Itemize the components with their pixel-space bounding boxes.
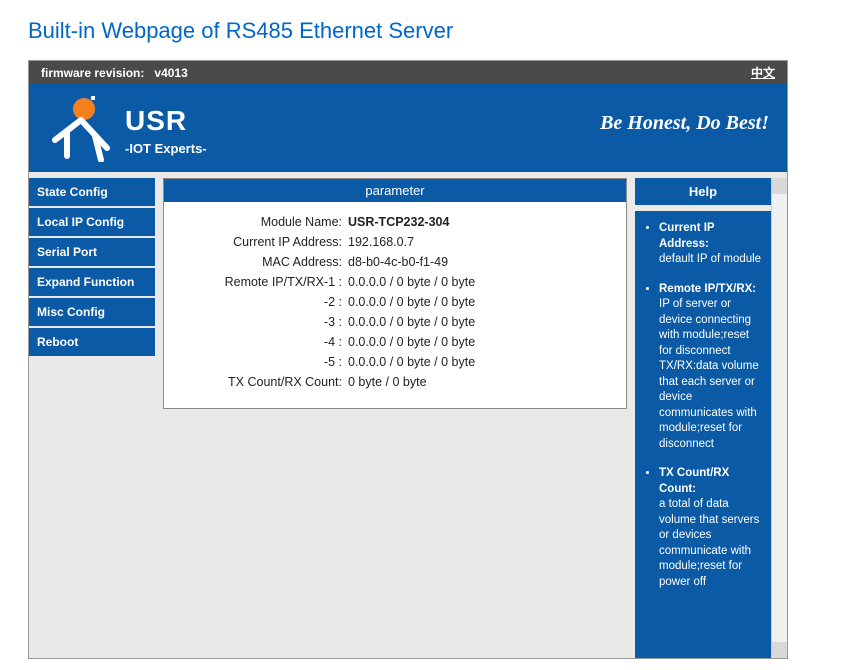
row-remote-2: -2 : 0.0.0.0 / 0 byte / 0 byte	[178, 292, 612, 312]
label-remote-2: -2 :	[178, 295, 348, 309]
firmware-value: v4013	[154, 66, 187, 80]
row-module-name: Module Name: USR-TCP232-304	[178, 212, 612, 232]
value-module-name: USR-TCP232-304	[348, 215, 612, 229]
sidebar-item-serial-port[interactable]: Serial Port	[29, 238, 155, 266]
banner: USR -IOT Experts- Be Honest, Do Best!	[29, 84, 787, 172]
row-remote-4: -4 : 0.0.0.0 / 0 byte / 0 byte	[178, 332, 612, 352]
help-title-0: Current IP Address:	[659, 222, 714, 250]
page-title: Built-in Webpage of RS485 Ethernet Serve…	[0, 0, 841, 60]
row-remote-1: Remote IP/TX/RX-1 : 0.0.0.0 / 0 byte / 0…	[178, 272, 612, 292]
label-mac-address: MAC Address:	[178, 255, 348, 269]
row-tx-rx-count: TX Count/RX Count: 0 byte / 0 byte	[178, 372, 612, 392]
main-panel: parameter Module Name: USR-TCP232-304 Cu…	[155, 178, 635, 658]
row-remote-5: -5 : 0.0.0.0 / 0 byte / 0 byte	[178, 352, 612, 372]
label-tx-rx-count: TX Count/RX Count:	[178, 375, 348, 389]
help-title-1: Remote IP/TX/RX:	[659, 283, 756, 295]
value-tx-rx-count: 0 byte / 0 byte	[348, 375, 612, 389]
help-item-tx-rx-count: TX Count/RX Count: a total of data volum…	[659, 466, 763, 590]
value-remote-3: 0.0.0.0 / 0 byte / 0 byte	[348, 315, 612, 329]
sidebar-item-misc-config[interactable]: Misc Config	[29, 298, 155, 326]
help-body: Current IP Address: default IP of module…	[635, 211, 771, 614]
help-body-2: a total of data volume that servers or d…	[659, 498, 759, 588]
help-title-2: TX Count/RX Count:	[659, 467, 729, 495]
help-item-current-ip: Current IP Address: default IP of module	[659, 221, 763, 268]
layout: State Config Local IP Config Serial Port…	[29, 172, 787, 658]
parameter-heading: parameter	[164, 179, 626, 202]
row-remote-3: -3 : 0.0.0.0 / 0 byte / 0 byte	[178, 312, 612, 332]
scrollbar[interactable]	[771, 178, 787, 658]
value-mac-address: d8-b0-4c-b0-f1-49	[348, 255, 612, 269]
parameter-body: Module Name: USR-TCP232-304 Current IP A…	[164, 202, 626, 408]
row-mac-address: MAC Address: d8-b0-4c-b0-f1-49	[178, 252, 612, 272]
label-remote-3: -3 :	[178, 315, 348, 329]
help-body-0: default IP of module	[659, 253, 761, 265]
usr-logo-icon	[51, 98, 111, 162]
value-remote-5: 0.0.0.0 / 0 byte / 0 byte	[348, 355, 612, 369]
help-body-1: IP of server or device connecting with m…	[659, 298, 759, 450]
help-panel: Help Current IP Address: default IP of m…	[635, 178, 771, 658]
help-item-remote-ip: Remote IP/TX/RX: IP of server or device …	[659, 282, 763, 453]
label-remote-4: -4 :	[178, 335, 348, 349]
value-remote-1: 0.0.0.0 / 0 byte / 0 byte	[348, 275, 612, 289]
row-current-ip: Current IP Address: 192.168.0.7	[178, 232, 612, 252]
value-remote-2: 0.0.0.0 / 0 byte / 0 byte	[348, 295, 612, 309]
firmware-revision: firmware revision: v4013	[41, 66, 188, 80]
label-remote-1: Remote IP/TX/RX-1 :	[178, 275, 348, 289]
sidebar-item-state-config[interactable]: State Config	[29, 178, 155, 206]
brand-name: USR	[125, 105, 207, 137]
sidebar: State Config Local IP Config Serial Port…	[29, 178, 155, 658]
sidebar-item-local-ip-config[interactable]: Local IP Config	[29, 208, 155, 236]
brand-subtitle: -IOT Experts-	[125, 141, 207, 156]
help-heading: Help	[635, 178, 771, 211]
value-remote-4: 0.0.0.0 / 0 byte / 0 byte	[348, 335, 612, 349]
parameter-card: parameter Module Name: USR-TCP232-304 Cu…	[163, 178, 627, 409]
firmware-label: firmware revision:	[41, 66, 144, 80]
device-webpage-frame: firmware revision: v4013 中文 USR -IOT Exp…	[28, 60, 788, 659]
label-current-ip: Current IP Address:	[178, 235, 348, 249]
sidebar-item-expand-function[interactable]: Expand Function	[29, 268, 155, 296]
language-link[interactable]: 中文	[751, 64, 775, 81]
value-current-ip: 192.168.0.7	[348, 235, 612, 249]
topbar: firmware revision: v4013 中文	[29, 61, 787, 84]
sidebar-item-reboot[interactable]: Reboot	[29, 328, 155, 356]
brand-block: USR -IOT Experts-	[39, 98, 207, 162]
label-remote-5: -5 :	[178, 355, 348, 369]
brand-slogan: Be Honest, Do Best!	[600, 112, 769, 135]
label-module-name: Module Name:	[178, 215, 348, 229]
